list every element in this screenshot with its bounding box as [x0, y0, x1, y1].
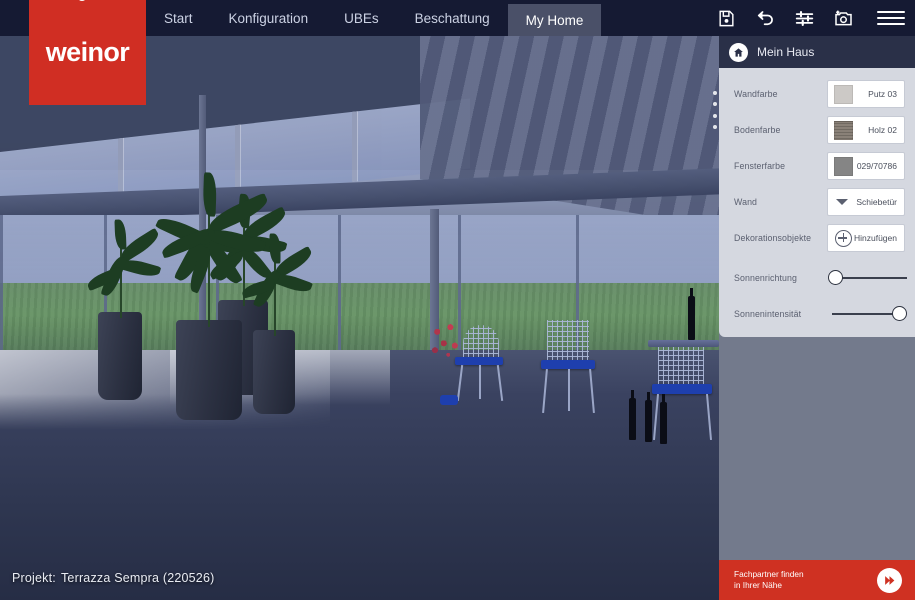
nav-item-konfiguration[interactable]: Konfiguration	[211, 0, 327, 36]
row-label-sonnenrichtung: Sonnenrichtung	[734, 273, 798, 283]
row-sonnenintensitaet: Sonnenintensität	[719, 296, 915, 332]
bottle-on-table	[688, 288, 695, 340]
find-partner-line2: in Ihrer Nähe	[734, 580, 782, 590]
settings-sliders-icon[interactable]	[793, 7, 815, 29]
toolbar	[715, 0, 905, 36]
bodenfarbe-swatch	[834, 120, 853, 140]
sonnenintensitaet-thumb[interactable]	[892, 306, 907, 321]
row-label-wandfarbe: Wandfarbe	[734, 89, 778, 99]
panel-header: Mein Haus	[719, 36, 915, 68]
nav-item-start[interactable]: Start	[146, 0, 211, 36]
row-wand: Wand Schiebetür	[719, 184, 915, 220]
row-wandfarbe: Wandfarbe Putz 03	[719, 76, 915, 112]
row-sonnenrichtung: Sonnenrichtung	[719, 260, 915, 296]
find-partner-text: Fachpartner finden in Ihrer Nähe	[734, 569, 804, 591]
wandfarbe-field[interactable]: Putz 03	[827, 80, 905, 108]
row-fensterfarbe: Fensterfarbe 029/70786	[719, 148, 915, 184]
panel-title: Mein Haus	[757, 45, 815, 59]
fensterfarbe-value: 029/70786	[856, 161, 897, 171]
side-table	[648, 340, 719, 347]
row-label-bodenfarbe: Bodenfarbe	[734, 125, 781, 135]
bodenfarbe-value: Holz 02	[868, 125, 897, 135]
fensterfarbe-swatch	[834, 156, 853, 176]
sonnenrichtung-track	[836, 277, 907, 279]
dekorationsobjekte-value: Hinzufügen	[853, 233, 897, 243]
panel-drag-handle[interactable]	[710, 87, 720, 133]
row-bodenfarbe: Bodenfarbe Holz 02	[719, 112, 915, 148]
sonnenintensitaet-slider[interactable]	[827, 301, 907, 327]
wand-dropdown[interactable]: Schiebetür	[827, 188, 905, 216]
add-photo-icon[interactable]	[832, 7, 854, 29]
find-partner-line1: Fachpartner finden	[734, 569, 804, 579]
bodenfarbe-field[interactable]: Holz 02	[827, 116, 905, 144]
weinor-logo-text: weinor	[45, 37, 130, 67]
save-icon[interactable]	[715, 7, 737, 29]
fensterfarbe-field[interactable]: 029/70786	[827, 152, 905, 180]
wandfarbe-value: Putz 03	[868, 89, 897, 99]
row-dekorationsobjekte: Dekorationsobjekte Hinzufügen	[719, 220, 915, 256]
my-home-panel: Mein Haus Wandfarbe Putz 03 Bodenfarbe H…	[713, 0, 915, 600]
sonnenrichtung-thumb[interactable]	[828, 270, 843, 285]
dekorationsobjekte-add-button[interactable]: Hinzufügen	[827, 224, 905, 252]
row-label-dekorationsobjekte: Dekorationsobjekte	[734, 233, 812, 243]
blue-object-on-deck	[440, 395, 458, 405]
row-label-fensterfarbe: Fensterfarbe	[734, 161, 786, 171]
nav-item-my-home[interactable]: My Home	[507, 4, 602, 36]
weinor-logo[interactable]: weinor	[29, 0, 146, 105]
panel-controls: Wandfarbe Putz 03 Bodenfarbe Holz 02 Fen…	[719, 68, 915, 337]
row-label-wand: Wand	[734, 197, 758, 207]
nav-item-ubes[interactable]: UBEs	[326, 0, 397, 36]
find-partner-button[interactable]: Fachpartner finden in Ihrer Nähe	[719, 560, 915, 600]
app-window: Projekt: Terrazza Sempra (220526) weinor …	[0, 0, 915, 600]
project-label: Projekt: Terrazza Sempra (220526)	[12, 571, 214, 585]
weinor-logo-dot	[76, 0, 87, 1]
nav-item-beschattung[interactable]: Beschattung	[397, 0, 508, 36]
sonnenrichtung-slider[interactable]	[827, 265, 907, 291]
wand-value: Schiebetür	[856, 197, 897, 207]
project-label-value: Terrazza Sempra (220526)	[60, 571, 215, 585]
project-label-key: Projekt:	[12, 571, 56, 585]
plus-circle-icon	[835, 229, 852, 247]
hamburger-menu-icon[interactable]	[877, 7, 905, 29]
main-nav: Start Konfiguration UBEs Beschattung My …	[146, 0, 602, 36]
double-chevron-right-icon	[877, 567, 902, 593]
home-icon	[729, 42, 748, 62]
wandfarbe-swatch	[834, 84, 853, 104]
row-label-sonnenintensitaet: Sonnenintensität	[734, 309, 802, 319]
chevron-down-icon	[836, 199, 848, 205]
undo-icon[interactable]	[754, 7, 776, 29]
